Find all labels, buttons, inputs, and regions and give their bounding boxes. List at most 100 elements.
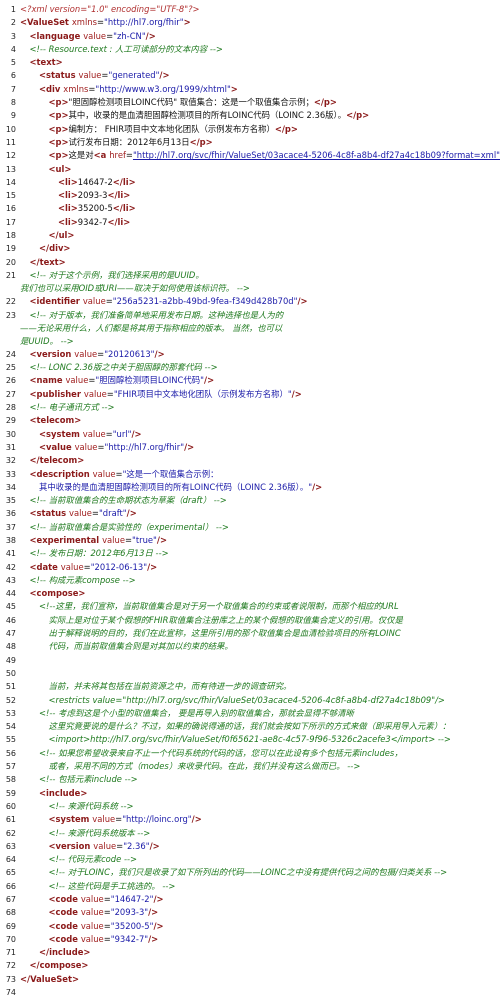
line-number: 42 — [0, 561, 16, 574]
xml-tag: <p> — [49, 124, 69, 134]
line-number: 19 — [0, 242, 16, 255]
line-number: 23 — [0, 309, 16, 322]
xml-tag: </li> — [113, 203, 136, 213]
code-line: 17<li>9342-7</li> — [0, 216, 500, 229]
line-number: 56 — [0, 747, 16, 760]
xml-comment: <!-- 如果您希望收录来自不止一个代码系统的代码的话，您可以在此设有多个包括元… — [39, 748, 403, 758]
xml-tag: > — [184, 17, 191, 27]
line-number: 29 — [0, 414, 16, 427]
xml-tag: <telecom> — [30, 415, 82, 425]
xml-attribute-value: "http://www.w3.org/1999/xhtml" — [95, 84, 230, 94]
code-line: 51 当前，并未将其包括在当前资源之中，而有待进一步的调查研究。 — [0, 680, 500, 693]
xml-tag: </p> — [190, 137, 213, 147]
xml-comment: <!-- 对于版本，我们准备简单地采用发布日期。这种选择也是人为的 — [30, 310, 284, 320]
code-text: <!-- 当前取值集合是实验性的（experimental） --> — [30, 521, 229, 534]
code-text: <p>"胆固醇检测项目LOINC代码" 取值集合：这是一个取值集合示例；</p> — [49, 96, 337, 109]
xml-tag: /> — [146, 31, 156, 41]
code-line: 1<?xml version="1.0" encoding="UTF-8"?> — [0, 3, 500, 16]
code-text: <telecom> — [30, 414, 82, 427]
code-line: 7<div xmlns="http://www.w3.org/1999/xhtm… — [0, 83, 500, 96]
line-number: 49 — [0, 654, 16, 667]
code-line: 53<!-- 考虑到这是个小型的取值集合， 要是再导入别的取值集合，那就会显得不… — [0, 707, 500, 720]
code-text: <status value="draft"/> — [30, 507, 137, 520]
code-line: 8<p>"胆固醇检测项目LOINC代码" 取值集合：这是一个取值集合示例；</p… — [0, 96, 500, 109]
code-line: 22<identifier value="256a5231-a2bb-49bd-… — [0, 295, 500, 308]
xml-tag: /> — [148, 907, 158, 917]
code-line: 72</compose> — [0, 959, 500, 972]
xml-attribute-value: "FHIR项目中文本地化团队（示例发布方名称）" — [114, 389, 292, 399]
xml-tag: <li> — [58, 177, 78, 187]
xml-tag: /> — [153, 894, 163, 904]
xml-attribute: value — [84, 389, 107, 399]
code-line: 16<li>35200-5</li> — [0, 202, 500, 215]
xml-comment: 当前，并未将其包括在当前资源之中，而有待进一步的调查研究。 — [49, 681, 292, 691]
xml-comment: <!-- 这些代码是手工挑选的。 --> — [49, 881, 176, 891]
code-text: <!-- 包括元素include --> — [39, 773, 138, 786]
line-number: 33 — [0, 468, 16, 481]
xml-text: 35200-5 — [78, 203, 113, 213]
xml-tag: <identifier — [30, 296, 83, 306]
xml-text: = — [97, 17, 104, 27]
xml-comment: 是UUID。 --> — [20, 336, 74, 346]
line-number: 1 — [0, 3, 16, 16]
code-line: 23 <!-- 对于版本，我们准备简单地采用发布日期。这种选择也是人为的 — [0, 309, 500, 322]
line-number: 70 — [0, 933, 16, 946]
xml-text: "胆固醇检测项目LOINC代码" 取值集合：这是一个取值集合示例； — [69, 97, 314, 107]
code-line: 3 <language value="zh-CN"/> — [0, 30, 500, 43]
xml-attribute-value: "胆固醇检测项目LOINC代码" — [95, 375, 204, 385]
xml-tag: <description — [30, 469, 93, 479]
line-number: 44 — [0, 587, 16, 600]
xml-tag: </compose> — [30, 960, 89, 970]
code-text: 实际上是对位于某个假想的FHIR取值集合注册库之上的某个假想的取值集合定义的引用… — [49, 614, 403, 627]
code-line: 13<ul> — [0, 163, 500, 176]
xml-tag: <code — [49, 894, 81, 904]
code-text: <version value="20120613"/> — [30, 348, 165, 361]
code-text: <language value="zh-CN"/> — [30, 30, 156, 43]
code-text: 是UUID。 --> — [20, 335, 74, 348]
xml-tag: /> — [127, 508, 137, 518]
xml-text: 14647-2 — [78, 177, 113, 187]
code-text: ——无论采用什么，人们都是将其用于指称相应的版本。 当然，也可以 — [20, 322, 282, 335]
xml-comment: 这里究竟要说的是什么？不过，如果的确说得通的话，我们就会按如下所示的方式来做（即… — [49, 721, 451, 731]
code-text: <identifier value="256a5231-a2bb-49bd-9f… — [30, 295, 308, 308]
xml-comment: <!-- 来源代码系统版本 --> — [49, 828, 151, 838]
xml-tag: <div — [39, 84, 63, 94]
xml-text: 2093-3 — [78, 190, 108, 200]
code-text: </compose> — [30, 959, 89, 972]
line-number: 3 — [0, 30, 16, 43]
code-line: 74 — [0, 986, 500, 999]
code-line: 63<version value="2.36"/> — [0, 840, 500, 853]
xml-text: 9342-7 — [78, 217, 108, 227]
code-text: <ValueSet xmlns="http://hl7.org/fhir"> — [20, 16, 191, 29]
code-line: 71</include> — [0, 946, 500, 959]
xml-tag: <status — [39, 70, 79, 80]
line-number: 52 — [0, 694, 16, 707]
code-text: <code value="2093-3"/> — [49, 906, 159, 919]
xml-text: = — [92, 508, 99, 518]
code-line: 27<publisher value="FHIR项目中文本地化团队（示例发布方名… — [0, 388, 500, 401]
code-line: 10<p>编制方： FHIR项目中文本地化团队（示例发布方名称）</p> — [0, 123, 500, 136]
code-text: 这里究竟要说的是什么？不过，如果的确说得通的话，我们就会按如下所示的方式来做（即… — [49, 720, 451, 733]
line-number: 59 — [0, 787, 16, 800]
xml-tag: /> — [184, 442, 194, 452]
code-line: 34其中收录的是血清胆固醇检测项目的所有LOINC代码（LOINC 2.36版）… — [0, 481, 500, 494]
code-text: <!-- 对于版本，我们准备简单地采用发布日期。这种选择也是人为的 — [30, 309, 284, 322]
code-line: 18</ul> — [0, 229, 500, 242]
code-text: <p>其中，收录的是血清胆固醇检测项目的所有LOINC代码（LOINC 2.36… — [49, 109, 370, 122]
line-number: 51 — [0, 680, 16, 693]
code-line: 52<restricts value="http://hl7.org/svc/f… — [0, 694, 500, 707]
xml-comment: <!-- 对于LOINC，我们只是收录了如下所列出的代码——LOINC之中没有提… — [49, 867, 448, 877]
line-number: 64 — [0, 853, 16, 866]
code-text: </ul> — [49, 229, 75, 242]
line-number: 36 — [0, 507, 16, 520]
xml-link[interactable]: "http://hl7.org/svc/fhir/ValueSet/03acac… — [133, 150, 500, 160]
code-text: <div xmlns="http://www.w3.org/1999/xhtml… — [39, 83, 238, 96]
line-number: 68 — [0, 906, 16, 919]
xml-text: = — [104, 894, 111, 904]
code-line: 66<!-- 这些代码是手工挑选的。 --> — [0, 880, 500, 893]
code-line: 59<include> — [0, 787, 500, 800]
code-line: 14<li>14647-2</li> — [0, 176, 500, 189]
line-number: 43 — [0, 574, 16, 587]
code-line: ——无论采用什么，人们都是将其用于指称相应的版本。 当然，也可以 — [0, 322, 500, 335]
code-text: <li>9342-7</li> — [58, 216, 130, 229]
